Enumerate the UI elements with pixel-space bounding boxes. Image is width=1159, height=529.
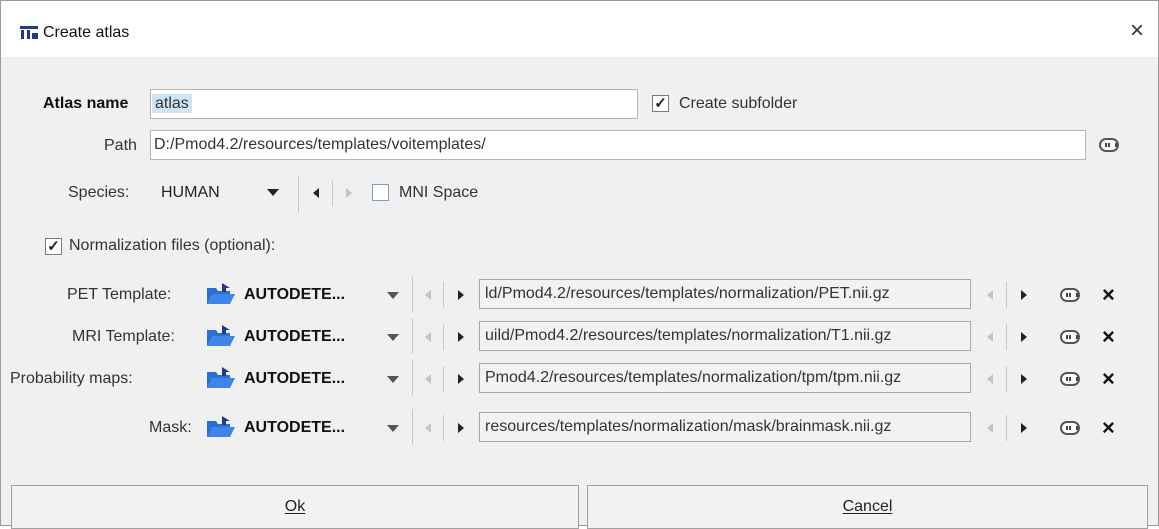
arrow-right-icon[interactable] [458, 332, 464, 342]
separator [1006, 415, 1007, 441]
chevron-down-icon[interactable] [387, 376, 399, 383]
folder-open-icon[interactable] [206, 367, 236, 389]
atlas-name-input[interactable]: atlas [150, 89, 638, 119]
separator [298, 175, 299, 213]
separator [443, 366, 444, 392]
window-title: Create atlas [43, 24, 130, 41]
template-label: Mask: [149, 419, 192, 436]
separator [412, 409, 413, 445]
arrow-left-icon[interactable] [987, 423, 993, 433]
normalization-checkbox[interactable]: ✓ [45, 238, 62, 255]
separator [443, 282, 444, 308]
cancel-button[interactable]: Cancel [587, 485, 1148, 529]
clear-icon[interactable]: × [1102, 417, 1115, 439]
arrow-left-icon[interactable] [987, 290, 993, 300]
check-glyph: ✓ [654, 95, 667, 112]
template-path-field[interactable]: ld/Pmod4.2/resources/templates/normaliza… [479, 279, 971, 309]
arrow-left-icon[interactable] [425, 423, 431, 433]
separator [332, 180, 333, 206]
normalization-label: Normalization files (optional): [69, 237, 276, 254]
atlas-app-icon [20, 26, 38, 39]
cancel-button-label: Cancel [842, 498, 893, 515]
arrow-left-icon[interactable] [313, 188, 319, 198]
create-subfolder-checkbox[interactable]: ✓ [652, 95, 669, 112]
separator [1006, 282, 1007, 308]
ok-button[interactable]: Ok [11, 485, 579, 529]
browse-icon[interactable] [1099, 138, 1119, 152]
species-value[interactable]: HUMAN [161, 184, 220, 202]
template-source[interactable]: AUTODETE... [244, 286, 345, 304]
separator [412, 360, 413, 396]
browse-icon[interactable] [1060, 330, 1080, 344]
chevron-down-icon[interactable] [387, 292, 399, 299]
template-path-field[interactable]: resources/templates/normalization/mask/b… [479, 412, 971, 442]
path-label: Path [104, 137, 137, 154]
template-label: MRI Template: [72, 328, 175, 345]
template-path-field[interactable]: uild/Pmod4.2/resources/templates/normali… [479, 321, 971, 351]
arrow-right-icon[interactable] [1021, 374, 1027, 384]
separator [412, 318, 413, 354]
separator [443, 415, 444, 441]
browse-icon[interactable] [1060, 288, 1080, 302]
template-label: Probability maps: [10, 370, 133, 387]
separator [443, 324, 444, 350]
folder-open-icon[interactable] [206, 283, 236, 305]
template-source[interactable]: AUTODETE... [244, 419, 345, 437]
arrow-left-icon[interactable] [987, 332, 993, 342]
arrow-left-icon[interactable] [987, 374, 993, 384]
species-label: Species: [68, 184, 130, 201]
chevron-down-icon[interactable] [267, 189, 279, 196]
path-input[interactable]: D:/Pmod4.2/resources/templates/voitempla… [150, 130, 1086, 160]
arrow-right-icon[interactable] [458, 290, 464, 300]
template-source[interactable]: AUTODETE... [244, 328, 345, 346]
close-icon[interactable]: × [1130, 19, 1144, 43]
arrow-right-icon[interactable] [1021, 423, 1027, 433]
arrow-right-icon[interactable] [458, 374, 464, 384]
arrow-right-icon[interactable] [346, 188, 352, 198]
atlas-name-label: Atlas name [43, 95, 129, 112]
browse-icon[interactable] [1060, 372, 1080, 386]
clear-icon[interactable]: × [1102, 326, 1115, 348]
separator [1006, 366, 1007, 392]
arrow-left-icon[interactable] [425, 332, 431, 342]
folder-open-icon[interactable] [206, 416, 236, 438]
template-path-field[interactable]: Pmod4.2/resources/templates/normalizatio… [479, 363, 971, 393]
separator [1006, 324, 1007, 350]
clear-icon[interactable]: × [1102, 284, 1115, 306]
ok-button-label: Ok [284, 498, 306, 515]
arrow-right-icon[interactable] [1021, 290, 1027, 300]
title-bar: Create atlas × [1, 1, 1158, 57]
arrow-left-icon[interactable] [425, 290, 431, 300]
mni-space-checkbox[interactable] [372, 184, 389, 201]
check-glyph: ✓ [47, 238, 60, 255]
clear-icon[interactable]: × [1102, 368, 1115, 390]
mni-space-label: MNI Space [399, 184, 479, 201]
atlas-name-value: atlas [152, 94, 192, 113]
browse-icon[interactable] [1060, 421, 1080, 435]
template-label: PET Template: [67, 286, 172, 303]
folder-open-icon[interactable] [206, 325, 236, 347]
separator [412, 276, 413, 312]
chevron-down-icon[interactable] [387, 425, 399, 432]
arrow-left-icon[interactable] [425, 374, 431, 384]
create-subfolder-label: Create subfolder [679, 95, 798, 112]
arrow-right-icon[interactable] [1021, 332, 1027, 342]
template-source[interactable]: AUTODETE... [244, 370, 345, 388]
chevron-down-icon[interactable] [387, 334, 399, 341]
arrow-right-icon[interactable] [458, 423, 464, 433]
create-atlas-dialog: Create atlas × Atlas name atlas ✓ Create… [0, 0, 1159, 529]
